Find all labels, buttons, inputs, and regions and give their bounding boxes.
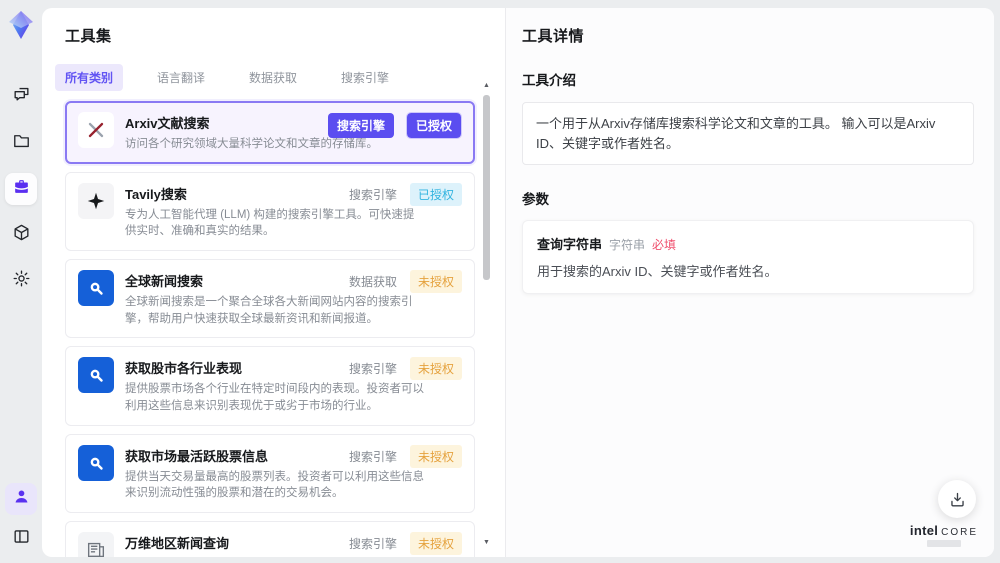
sidebar-nav (5, 81, 37, 297)
main-panel: 工具集 所有类别 语言翻译 数据获取 搜索引擎 Arxiv文献搜索 访问各个研究领域大… (42, 8, 994, 557)
tool-auth-badge: 未授权 (409, 444, 462, 468)
tool-category-badge: 搜索引擎 (348, 362, 397, 377)
intel-core-logo: intel CORE (906, 523, 982, 547)
param-card: 查询字符串 字符串 必填 用于搜索的Arxiv ID、关键字或作者姓名。 (522, 220, 974, 294)
core-logo-text: CORE (941, 527, 979, 538)
tool-title: 获取市场最活跃股票信息 (125, 448, 269, 464)
tool-detail-panel: 工具详情 工具介绍 一个用于从Arxiv存储库搜索科学论文和文章的工具。 输入可… (505, 8, 994, 557)
tool-badges: 搜索引擎 已授权 (327, 112, 463, 139)
tool-badges: 搜索引擎 未授权 (348, 532, 462, 556)
chat-icon (12, 85, 31, 109)
category-tab[interactable]: 所有类别 (55, 64, 124, 91)
tool-auth-badge: 未授权 (409, 532, 462, 556)
briefcase-icon (12, 177, 31, 201)
param-required-badge: 必填 (652, 238, 677, 252)
scroll-up-icon[interactable]: ▲ (482, 82, 491, 90)
tool-category-badge: 搜索引擎 (348, 187, 397, 202)
tool-badges: 数据获取 未授权 (348, 270, 462, 294)
sidebar-item-chat[interactable] (5, 81, 37, 113)
tool-description: 查询具体行政区划内的新闻，快速了解各地新闻动态 (125, 556, 425, 557)
arxiv-icon (78, 112, 114, 148)
scrollbar[interactable]: ▲ ▼ (483, 82, 490, 547)
page-title: 工具集 (65, 28, 112, 45)
category-tab[interactable]: 搜索引擎 (331, 64, 399, 91)
search-blue-icon (78, 270, 114, 307)
category-tab[interactable]: 数据获取 (239, 64, 307, 91)
tool-badges: 搜索引擎 已授权 (348, 182, 462, 206)
tool-description: 提供股票市场各个行业在特定时间段内的表现。投资者可以利用这些信息来识别表现优于或… (125, 383, 424, 413)
category-tab[interactable]: 语言翻译 (147, 64, 215, 91)
search-blue-icon (78, 444, 114, 481)
tool-category-badge: 搜索引擎 (348, 537, 397, 552)
tool-badges: 搜索引擎 未授权 (348, 357, 462, 381)
scroll-down-icon[interactable]: ▼ (482, 539, 491, 547)
tool-category-badge: 数据获取 (348, 275, 397, 290)
sidebar-item-cube[interactable] (5, 219, 37, 251)
cube-icon (12, 223, 31, 247)
tool-title: Tavily搜索 (125, 186, 187, 202)
param-description: 用于搜索的Arxiv ID、关键字或作者姓名。 (537, 264, 778, 279)
tool-card[interactable]: 万维地区新闻查询 查询具体行政区划内的新闻，快速了解各地新闻动态 搜索引擎 未授… (65, 521, 475, 557)
tool-list: Arxiv文献搜索 访问各个研究领域大量科学论文和文章的存储库。 搜索引擎 已授… (65, 101, 475, 557)
tool-card[interactable]: 获取市场最活跃股票信息 提供当天交易量最高的股票列表。投资者可以利用这些信息来识… (65, 433, 475, 514)
gear-icon (12, 269, 31, 293)
tool-title: 全球新闻搜索 (125, 274, 204, 290)
tool-description: 提供当天交易量最高的股票列表。投资者可以利用这些信息来识别流动性强的股票和潜在的… (125, 470, 424, 500)
sidebar-item-user[interactable] (5, 483, 37, 515)
tool-title: 万维地区新闻查询 (125, 536, 230, 552)
download-icon (950, 492, 964, 507)
tool-auth-badge: 未授权 (409, 270, 462, 294)
user-icon (12, 487, 31, 511)
param-head: 查询字符串 字符串 必填 (537, 234, 959, 253)
app-sidebar (0, 0, 42, 563)
tool-description: 专为人工智能代理 (LLM) 构建的搜索引擎工具。可快速提供实时、准确和真实的结… (125, 208, 415, 238)
intel-logo-subline (927, 540, 961, 547)
tool-card[interactable]: 全球新闻搜索 全球新闻搜索是一个聚合全球各大新闻网站内容的搜索引擎，帮助用户快速… (65, 259, 475, 339)
params-heading: 参数 (522, 192, 549, 207)
scrollbar-thumb[interactable] (483, 95, 490, 280)
tool-badges: 搜索引擎 未授权 (348, 444, 462, 468)
tool-description: 访问各个研究领域大量科学论文和文章的存储库。 (125, 138, 378, 150)
tool-description: 全球新闻搜索是一个聚合全球各大新闻网站内容的搜索引擎，帮助用户快速获取全球最新资… (125, 296, 413, 325)
sidebar-item-folder[interactable] (5, 127, 37, 159)
param-name: 查询字符串 (537, 237, 603, 252)
tool-card[interactable]: Tavily搜索 专为人工智能代理 (LLM) 构建的搜索引擎工具。可快速提供实… (65, 171, 475, 252)
folder-icon (12, 131, 31, 155)
tool-card[interactable]: 获取股市各行业表现 提供股票市场各个行业在特定时间段内的表现。投资者可以利用这些… (65, 346, 475, 426)
sidebar-bottom (0, 483, 42, 555)
search-blue-icon (78, 357, 114, 394)
news-icon (78, 532, 114, 557)
intel-logo-text: intel (909, 523, 939, 538)
category-tabs: 所有类别 语言翻译 数据获取 搜索引擎 (55, 64, 505, 91)
intro-heading: 工具介绍 (522, 73, 576, 88)
sidebar-item-panel[interactable] (5, 523, 37, 555)
tool-category-badge: 搜索引擎 (348, 449, 397, 464)
tool-auth-badge: 已授权 (409, 182, 462, 206)
gem-logo-icon[interactable] (5, 9, 37, 41)
tavily-icon (78, 182, 114, 219)
tool-auth-badge: 已授权 (405, 112, 463, 139)
tool-auth-badge: 未授权 (409, 357, 462, 381)
detail-title: 工具详情 (522, 28, 585, 45)
intro-text: 一个用于从Arxiv存储库搜索科学论文和文章的工具。 输入可以是Arxiv ID… (522, 102, 974, 165)
sidebar-item-briefcase[interactable] (5, 173, 37, 205)
param-type: 字符串 (609, 238, 646, 252)
sidebar-item-gear[interactable] (5, 265, 37, 297)
tool-title: 获取股市各行业表现 (125, 361, 243, 377)
download-button[interactable] (938, 480, 976, 518)
tool-category-badge: 搜索引擎 (327, 113, 394, 138)
tool-list-panel: 工具集 所有类别 语言翻译 数据获取 搜索引擎 Arxiv文献搜索 访问各个研究领域大… (42, 8, 505, 557)
tool-card[interactable]: Arxiv文献搜索 访问各个研究领域大量科学论文和文章的存储库。 搜索引擎 已授… (65, 101, 475, 164)
panel-icon (12, 527, 31, 551)
tool-title: Arxiv文献搜索 (125, 116, 210, 131)
